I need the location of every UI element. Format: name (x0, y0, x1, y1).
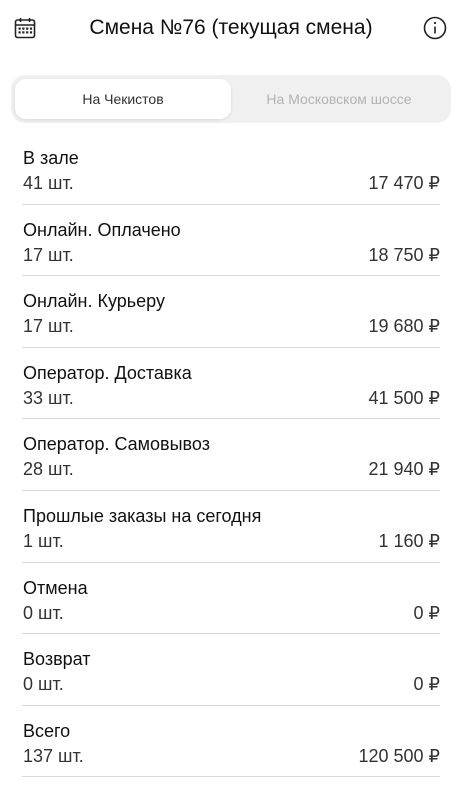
row-count: 17 шт. (23, 244, 74, 265)
info-icon[interactable] (422, 15, 448, 41)
list-item[interactable]: Прошлые заказы на сегодня 1 шт. 1 160 ₽ (22, 491, 440, 563)
page-title: Смена №76 (текущая смена) (89, 16, 373, 39)
row-amount: 18 750 ₽ (368, 244, 440, 265)
row-title: Отмена (23, 577, 88, 598)
row-title: Оператор. Самовывоз (23, 434, 210, 455)
calendar-icon[interactable] (11, 14, 39, 42)
tab-moskovskoe-shosse[interactable]: На Московском шоссе (231, 79, 447, 119)
list-item[interactable]: В зале 41 шт. 17 470 ₽ (22, 133, 440, 205)
location-segmented-control: На Чекистов На Московском шоссе (11, 75, 451, 123)
list-item[interactable]: Оператор. Самовывоз 28 шт. 21 940 ₽ (22, 419, 440, 491)
row-count: 41 шт. (23, 173, 74, 193)
row-title: Возврат (23, 649, 91, 670)
list-item[interactable]: Возврат 0 шт. 0 ₽ (22, 634, 440, 706)
row-title: Онлайн. Курьеру (23, 291, 165, 312)
list-item[interactable]: Онлайн. Оплачено 17 шт. 18 750 ₽ (22, 205, 440, 277)
shift-summary-list: В зале 41 шт. 17 470 ₽ Онлайн. Оплачено … (0, 133, 462, 778)
row-amount: 0 ₽ (413, 674, 440, 695)
row-amount: 17 470 ₽ (368, 173, 440, 193)
row-amount: 120 500 ₽ (358, 745, 440, 766)
row-amount: 41 500 ₽ (368, 387, 440, 408)
row-amount: 21 940 ₽ (368, 459, 440, 480)
tab-chekistov[interactable]: На Чекистов (15, 79, 231, 119)
row-count: 33 шт. (23, 387, 74, 408)
list-item-total[interactable]: Всего 137 шт. 120 500 ₽ (22, 706, 440, 778)
row-title: Оператор. Доставка (23, 362, 192, 383)
list-item[interactable]: Отмена 0 шт. 0 ₽ (22, 563, 440, 635)
row-count: 137 шт. (23, 745, 84, 766)
row-count: 17 шт. (23, 316, 74, 337)
row-amount: 0 ₽ (413, 602, 440, 623)
row-title: Онлайн. Оплачено (23, 219, 181, 240)
row-count: 1 шт. (23, 530, 64, 551)
row-count: 0 шт. (23, 602, 64, 623)
row-title: В зале (23, 148, 79, 168)
row-title: Прошлые заказы на сегодня (23, 505, 262, 526)
row-count: 28 шт. (23, 459, 74, 480)
app-header: Смена №76 (текущая смена) (0, 0, 462, 58)
row-amount: 19 680 ₽ (368, 316, 440, 337)
list-item[interactable]: Онлайн. Курьеру 17 шт. 19 680 ₽ (22, 276, 440, 348)
row-amount: 1 160 ₽ (378, 530, 441, 551)
list-item[interactable]: Оператор. Доставка 33 шт. 41 500 ₽ (22, 348, 440, 420)
row-title: Всего (23, 720, 71, 741)
row-count: 0 шт. (23, 674, 64, 695)
